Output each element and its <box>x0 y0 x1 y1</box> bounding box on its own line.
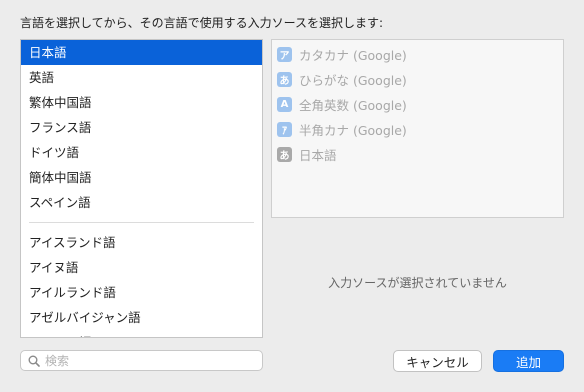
input-source-label: ひらがな (Google) <box>299 73 407 88</box>
hiragana-icon: あ <box>277 72 292 87</box>
input-source-list[interactable]: ア カタカナ (Google) あ ひらがな (Google) A 全角英数 (… <box>271 39 564 218</box>
search-input[interactable] <box>45 353 245 368</box>
input-source-label: 全角英数 (Google) <box>299 98 407 113</box>
language-item[interactable]: アッサム語 <box>21 330 262 337</box>
language-item[interactable]: アイルランド語 <box>21 280 262 305</box>
language-item[interactable]: 日本語 <box>21 40 262 65</box>
add-button[interactable]: 追加 <box>493 350 564 372</box>
input-source-item[interactable]: あ 日本語 <box>272 142 563 167</box>
halfwidth-katakana-icon: ｱ <box>277 122 292 137</box>
input-source-item[interactable]: ア カタカナ (Google) <box>272 42 563 67</box>
alphanumeric-icon: A <box>277 97 292 112</box>
language-item[interactable]: スペイン語 <box>21 190 262 215</box>
input-source-item[interactable]: あ ひらがな (Google) <box>272 67 563 92</box>
language-item[interactable]: ドイツ語 <box>21 140 262 165</box>
language-item[interactable]: 英語 <box>21 65 262 90</box>
search-field[interactable] <box>20 350 263 371</box>
language-item[interactable]: 簡体中国語 <box>21 165 262 190</box>
list-separator <box>29 222 254 223</box>
input-source-item[interactable]: ｱ 半角カナ (Google) <box>272 117 563 142</box>
language-item[interactable]: アイスランド語 <box>21 230 262 255</box>
language-item[interactable]: アイヌ語 <box>21 255 262 280</box>
input-source-item[interactable]: A 全角英数 (Google) <box>272 92 563 117</box>
cancel-button[interactable]: キャンセル <box>393 350 482 372</box>
language-item[interactable]: フランス語 <box>21 115 262 140</box>
search-icon <box>28 355 40 367</box>
language-item[interactable]: アゼルバイジャン語 <box>21 305 262 330</box>
japanese-icon: あ <box>277 147 292 162</box>
input-source-label: 半角カナ (Google) <box>299 123 407 138</box>
empty-selection-message: 入力ソースが選択されていません <box>328 276 507 290</box>
language-list[interactable]: 日本語 英語 繁体中国語 フランス語 ドイツ語 簡体中国語 スペイン語 アイスラ… <box>20 39 263 338</box>
input-source-label: カタカナ (Google) <box>299 48 407 63</box>
instruction-text: 言語を選択してから、その言語で使用する入力ソースを選択します: <box>20 16 384 30</box>
katakana-icon: ア <box>277 47 292 62</box>
input-source-label: 日本語 <box>299 148 337 163</box>
language-item[interactable]: 繁体中国語 <box>21 90 262 115</box>
